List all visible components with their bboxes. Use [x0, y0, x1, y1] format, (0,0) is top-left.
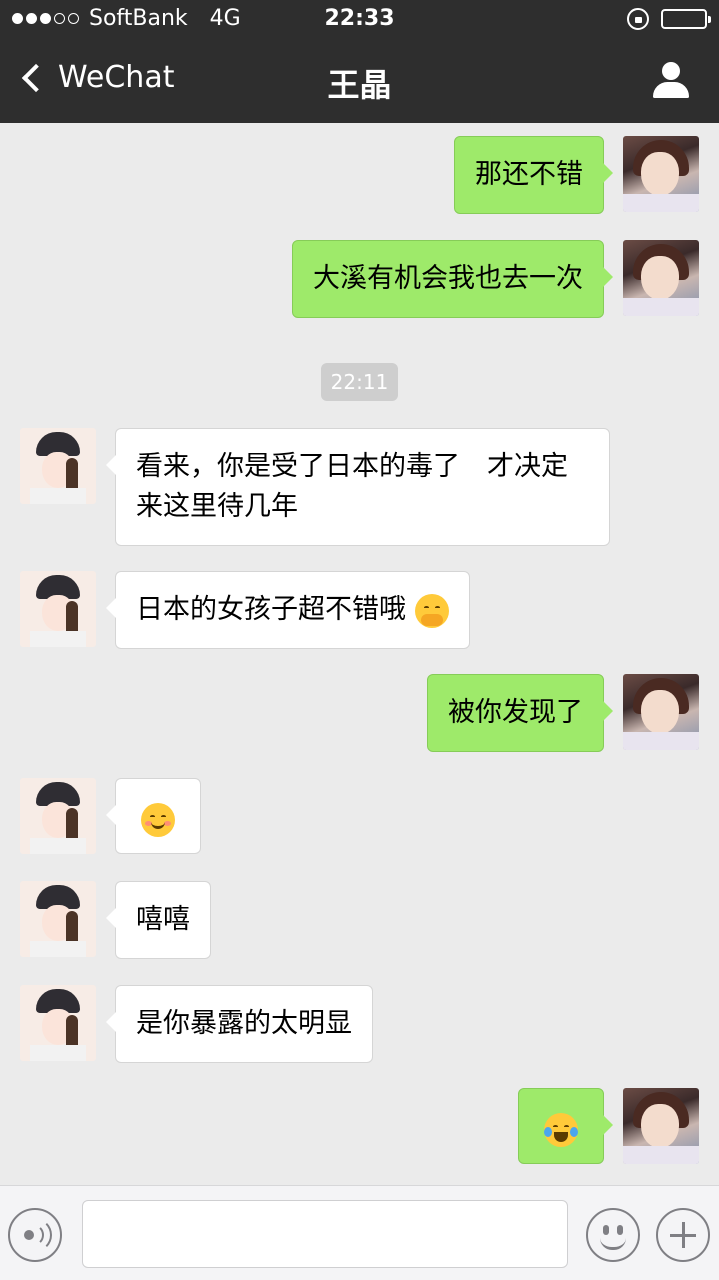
message-row: 大溪有机会我也去一次	[0, 227, 719, 327]
incoming-message-bubble[interactable]: 嘻嘻	[106, 881, 211, 959]
navigation-bar: WeChat 王晶	[0, 40, 719, 123]
message-row	[0, 1075, 719, 1175]
input-bar	[0, 1185, 719, 1280]
smile-emoji-icon	[141, 802, 175, 837]
my-avatar[interactable]	[623, 240, 699, 316]
outgoing-message-bubble[interactable]: 大溪有机会我也去一次	[292, 240, 613, 318]
giggle-emoji-icon	[414, 593, 449, 628]
incoming-message-bubble[interactable]: 看来，你是受了日本的毒了 才决定 来这里待几年	[106, 428, 610, 546]
message-row: 那还不错	[0, 123, 719, 223]
message-row: 嘻嘻	[0, 881, 719, 961]
outgoing-message-bubble[interactable]	[518, 1088, 613, 1164]
contact-avatar[interactable]	[20, 571, 96, 647]
person-icon[interactable]	[653, 62, 689, 98]
chat-title: 王晶	[327, 66, 392, 104]
my-avatar[interactable]	[623, 136, 699, 212]
message-timestamp: 22:11	[321, 363, 398, 401]
status-time: 22:33	[324, 6, 395, 31]
status-bar: SoftBank 4G 22:33	[0, 0, 719, 40]
message-text: 被你发现了	[448, 697, 583, 728]
incoming-message-bubble[interactable]: 是你暴露的太明显	[106, 985, 373, 1063]
emoji-icon[interactable]	[586, 1208, 640, 1262]
message-text: 是你暴露的太明显	[136, 1008, 352, 1039]
contact-avatar[interactable]	[20, 881, 96, 957]
message-row: 看来，你是受了日本的毒了 才决定 来这里待几年	[0, 428, 719, 548]
message-text: 大溪有机会我也去一次	[313, 263, 583, 294]
laughing-tears-emoji-icon	[544, 1112, 578, 1147]
incoming-message-bubble[interactable]	[106, 778, 201, 854]
rotation-lock-icon	[627, 8, 649, 30]
message-text: 那还不错	[475, 159, 583, 190]
battery-icon	[661, 9, 711, 29]
plus-icon[interactable]	[656, 1208, 710, 1262]
message-input[interactable]	[82, 1200, 568, 1268]
message-text: 日本的女孩子超不错哦	[136, 594, 406, 625]
message-row: 日本的女孩子超不错哦	[0, 571, 719, 651]
my-avatar[interactable]	[623, 1088, 699, 1164]
message-row	[0, 778, 719, 858]
voice-icon[interactable]	[8, 1208, 62, 1262]
top-bar: SoftBank 4G 22:33 WeChat 王晶	[0, 0, 719, 123]
outgoing-message-bubble[interactable]: 那还不错	[454, 136, 613, 214]
contact-avatar[interactable]	[20, 778, 96, 854]
contact-avatar[interactable]	[20, 428, 96, 504]
message-text: 嘻嘻	[136, 904, 190, 935]
chat-area[interactable]: 那还不错 大溪有机会我也去一次 22:11 看来，你是受了日本的毒了 才决定 来…	[0, 123, 719, 1185]
outgoing-message-bubble[interactable]: 被你发现了	[427, 674, 613, 752]
message-row: 被你发现了	[0, 661, 719, 761]
my-avatar[interactable]	[623, 674, 699, 750]
message-row: 是你暴露的太明显	[0, 985, 719, 1065]
message-text: 看来，你是受了日本的毒了 才决定	[136, 451, 568, 482]
incoming-message-bubble[interactable]: 日本的女孩子超不错哦	[106, 571, 470, 649]
contact-avatar[interactable]	[20, 985, 96, 1061]
message-text: 来这里待几年	[136, 491, 298, 522]
